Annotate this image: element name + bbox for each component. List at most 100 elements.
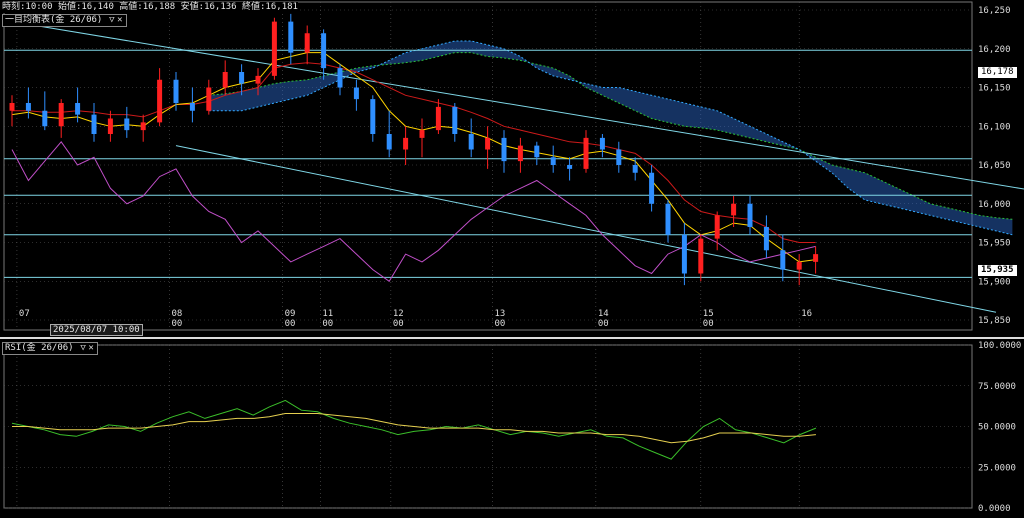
candle-body <box>468 134 474 150</box>
candle-body <box>583 137 589 169</box>
candle-body <box>452 106 458 134</box>
main-y-tick-label: 16,000 <box>978 200 1011 210</box>
candle-body <box>649 172 655 204</box>
x-day-label: 08 <box>171 309 182 319</box>
candle-body <box>107 118 113 134</box>
kijun-line <box>12 62 816 243</box>
ichimoku-lines <box>4 21 1024 313</box>
candle-body <box>25 103 31 111</box>
x-day-label: 16 <box>801 309 812 319</box>
chart-window: 16,250 16,200 16,150 16,100 16,050 16,000 15,9… <box>0 0 1024 518</box>
candle-body <box>370 99 376 134</box>
ohlc-header: 時刻:10:00 始値:16,140 高値:16,188 安値:16,136 終… <box>2 2 298 13</box>
candle-body <box>255 75 261 84</box>
candle-body <box>534 145 540 158</box>
rsi-grid <box>0 337 1024 509</box>
candle-body <box>239 72 245 84</box>
candle-body <box>616 149 622 165</box>
rsi-label: RSI(金 26/06) <box>5 343 74 353</box>
candle-body <box>189 103 195 111</box>
indicator-label: 一目均衡表(金 26/06) <box>5 15 103 25</box>
rsi-y-tick-label: 100.0000 <box>978 341 1021 351</box>
indicator-legend[interactable]: 一目均衡表(金 26/06) ▽ ✕ <box>2 14 127 27</box>
x-hour-label: 00 <box>495 319 506 329</box>
x-day-label: 12 <box>393 309 404 319</box>
tenkan-line <box>11 52 816 263</box>
candle-body <box>747 203 753 227</box>
rsi-legend[interactable]: RSI(金 26/06) ▽ ✕ <box>2 342 99 355</box>
high-label: 高値:16,188 <box>119 2 176 12</box>
cursor-date-label: 2025/08/07 10:00 <box>50 324 143 336</box>
candle-body <box>780 250 786 270</box>
candle-body <box>632 165 638 173</box>
candle-body <box>353 87 359 100</box>
cloud-area <box>208 41 1013 235</box>
x-hour-label: 00 <box>598 319 609 329</box>
close-icon[interactable]: ✕ <box>87 343 95 354</box>
candle-body <box>9 103 15 111</box>
candle-body <box>813 254 819 262</box>
x-hour-label: 00 <box>285 319 296 329</box>
candle-body <box>714 215 720 239</box>
candle-body <box>58 103 64 127</box>
rsi-y-tick-label: 0.0000 <box>978 504 1011 514</box>
x-hour-label: 00 <box>322 319 333 329</box>
main-y-tick-label: 16,050 <box>978 161 1011 171</box>
candle-body <box>501 137 507 162</box>
candle-body <box>698 238 704 274</box>
candle-body <box>485 137 491 150</box>
triangle-down-icon[interactable]: ▽ <box>79 343 87 354</box>
candle-body <box>304 33 310 53</box>
x-day-label: 14 <box>598 309 609 319</box>
rsi-lines <box>11 399 817 460</box>
candle-body <box>288 21 294 53</box>
candle-body <box>91 114 97 134</box>
candle-body <box>157 79 163 123</box>
x-day-label: 15 <box>703 309 714 319</box>
x-day-label: 11 <box>322 309 333 319</box>
candle-body <box>222 72 228 88</box>
candle-body <box>796 261 802 270</box>
candle-body <box>321 33 327 69</box>
chart-canvas[interactable]: 16,250 16,200 16,150 16,100 16,050 16,000 15,9… <box>0 0 1024 518</box>
candle-body <box>681 234 687 274</box>
main-y-tick-label: 16,200 <box>978 45 1011 55</box>
candle-body <box>517 145 523 162</box>
candle-body <box>337 68 343 88</box>
x-hour-label: 00 <box>703 319 714 329</box>
last-price-tag: 15,935 <box>977 264 1018 277</box>
main-y-tick-label: 16,250 <box>978 6 1011 16</box>
candle-body <box>403 137 409 150</box>
candle-body <box>419 130 425 138</box>
triangle-down-icon[interactable]: ▽ <box>108 15 116 26</box>
candle-body <box>124 118 130 131</box>
rsi-series-line <box>11 399 817 460</box>
x-day-label: 07 <box>19 309 30 319</box>
rsi-y-tick-label: 25.0000 <box>978 463 1016 473</box>
candle-body <box>386 134 392 150</box>
candle-body <box>550 157 556 165</box>
main-y-tick-label: 16,100 <box>978 122 1011 132</box>
x-hour-label: 00 <box>171 319 182 329</box>
candle-body <box>599 137 605 150</box>
x-day-label: 13 <box>495 309 506 319</box>
candle-body <box>75 103 81 115</box>
close-icon[interactable]: ✕ <box>116 15 124 26</box>
rsi-y-tick-label: 50.0000 <box>978 423 1016 433</box>
rsi-y-tick-label: 75.0000 <box>978 382 1016 392</box>
candle-body <box>271 21 277 76</box>
candle-body <box>763 227 769 251</box>
candle-body <box>731 203 737 216</box>
candle-body <box>173 79 179 103</box>
x-day-label: 09 <box>285 309 296 319</box>
candle-body <box>567 165 573 169</box>
candle-body <box>140 122 146 131</box>
chikou-line <box>11 140 816 283</box>
main-y-tick-label: 16,150 <box>978 84 1011 94</box>
candle-body <box>206 87 212 111</box>
low-label: 安値:16,136 <box>180 2 237 12</box>
x-hour-label: 00 <box>393 319 404 329</box>
candle-body <box>42 110 48 127</box>
candle-body <box>435 106 441 131</box>
main-y-tick-label: 15,850 <box>978 316 1011 326</box>
